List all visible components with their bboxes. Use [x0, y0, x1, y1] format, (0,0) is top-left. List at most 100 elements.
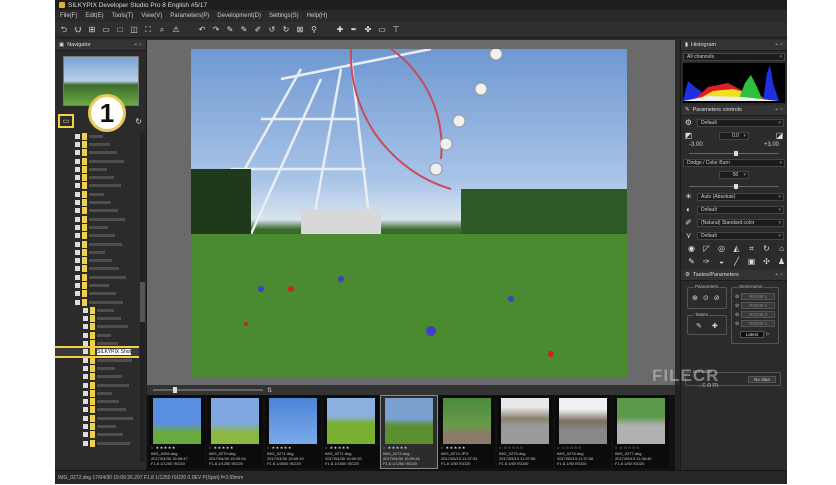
tree-item[interactable] [55, 381, 139, 389]
expand-toggle[interactable] [75, 291, 80, 297]
tree-item[interactable] [55, 439, 139, 447]
tool-icon[interactable]: ◸ [702, 244, 711, 253]
tree-item[interactable] [55, 431, 139, 439]
filmstrip-thumbnail[interactable]: ○ ★★★★★ IMG_0272.dng 2017/04/30 15:09:26 F1… [380, 395, 438, 469]
menu-tools[interactable]: Tools(T) [112, 13, 134, 19]
taste-add-icon[interactable]: ✚ [712, 322, 718, 330]
expand-toggle[interactable] [75, 258, 80, 264]
expand-toggle[interactable] [75, 282, 80, 288]
tool-icon[interactable]: ✎ [687, 257, 696, 266]
undo-icon[interactable]: ↶ [198, 25, 206, 34]
single-view-icon[interactable]: □ [116, 25, 124, 34]
tree-item[interactable] [55, 165, 139, 173]
tool-icon[interactable]: ╱ [732, 257, 741, 266]
expand-toggle[interactable] [83, 407, 88, 413]
sharpness-icon[interactable]: ⋎ [684, 231, 693, 240]
tree-item[interactable] [55, 198, 139, 207]
exposure-icon[interactable]: ◩ [684, 131, 693, 140]
expand-toggle[interactable] [75, 274, 80, 280]
expand-toggle[interactable] [75, 166, 80, 172]
tree-item[interactable] [55, 373, 139, 381]
tree-item[interactable] [55, 157, 139, 165]
rating-stars[interactable]: ○ ★★★★★ [441, 445, 466, 450]
redo-icon[interactable]: ↷ [212, 25, 220, 34]
develop-icon[interactable]: ⊤ [392, 25, 400, 34]
white-balance-icon[interactable]: ☀ [684, 192, 693, 201]
tree-item[interactable] [55, 273, 139, 281]
expand-toggle[interactable] [75, 183, 80, 189]
slot-button[interactable]: ROOM 1 [741, 293, 775, 300]
menu-parameters[interactable]: Parameters(P) [170, 13, 209, 19]
pin-icon[interactable]: ⌖ × [134, 42, 142, 49]
dodge-slider[interactable] [689, 181, 779, 189]
expand-toggle[interactable] [75, 141, 80, 147]
filmstrip-thumbnail[interactable]: ○ ☆☆☆☆☆ IMG_0276.dng 2017/05/13 11:37:56 F1… [555, 396, 611, 468]
slot-button[interactable]: ROOM 2 [741, 302, 775, 309]
rating-stars[interactable]: ○ ★★★★★ [151, 445, 176, 450]
tool-icon[interactable]: ↻ [762, 244, 771, 253]
tree-item[interactable] [55, 331, 139, 339]
rating-stars[interactable]: ○ ★★★★★ [209, 445, 234, 450]
brush-icon[interactable]: ✐ [254, 25, 262, 34]
rating-stars[interactable]: ○ ★★★★★ [267, 445, 292, 450]
dodge-value[interactable]: 50 [719, 171, 749, 179]
tree-item[interactable] [55, 315, 139, 323]
filmstrip-view-icon[interactable]: ▭ [102, 25, 110, 34]
expand-toggle[interactable] [75, 216, 80, 222]
expand-toggle[interactable] [75, 241, 80, 247]
heal-icon[interactable]: ✚ [336, 25, 344, 34]
rating-stars[interactable]: ○ ★★★★★ [383, 445, 408, 450]
dodge-select[interactable]: Dodge / Color Burn [683, 159, 785, 167]
tree-item[interactable] [55, 240, 139, 248]
zoom-parameter-icon[interactable]: ⊙ [703, 294, 709, 302]
expand-toggle[interactable] [83, 365, 88, 371]
tree-item[interactable] [55, 140, 139, 148]
tree-item[interactable] [55, 232, 139, 240]
rating-stars[interactable]: ○ ★★★★★ [325, 445, 350, 450]
tree-item[interactable] [55, 190, 139, 198]
tree-item[interactable] [55, 356, 139, 364]
compare-view-icon[interactable]: ◫ [130, 25, 138, 34]
tree-item[interactable] [55, 281, 139, 289]
play-icon[interactable]: ▷ [766, 331, 769, 338]
expand-toggle[interactable] [75, 200, 80, 206]
tree-item[interactable] [55, 215, 139, 223]
expand-toggle[interactable] [83, 399, 88, 405]
tree-item[interactable] [55, 414, 139, 422]
tool-icon[interactable]: ♟ [777, 257, 786, 266]
filmstrip-thumbnail[interactable]: ○ ☆☆☆☆☆ IMG_0275.dng 2017/05/13 11:37:55 F1… [497, 396, 553, 468]
save-icon[interactable]: ⮋ [74, 25, 82, 34]
expand-toggle[interactable] [83, 424, 88, 430]
slot-button[interactable]: ROOM 3 [741, 311, 775, 318]
exposure-slider[interactable] [689, 148, 779, 156]
expand-toggle[interactable] [83, 357, 88, 363]
puzzle-icon[interactable]: ✤ [364, 25, 372, 34]
taste-apply-icon[interactable]: ✎ [696, 322, 702, 330]
storeroom-slot[interactable]: ⊘ ROOM 2 [735, 302, 775, 309]
tree-item[interactable]: SILKYPIX Shot [55, 345, 139, 359]
tree-item[interactable] [55, 339, 139, 348]
tree-item[interactable] [55, 398, 139, 406]
tree-item[interactable] [55, 207, 139, 215]
menu-view[interactable]: View(V) [141, 13, 162, 19]
expand-toggle[interactable] [75, 299, 80, 305]
stamp-icon[interactable]: ⚲ [310, 25, 318, 34]
expand-toggle[interactable] [75, 224, 80, 230]
expand-toggle[interactable] [75, 191, 80, 197]
filmstrip-thumbnail[interactable]: ○ ★★★★★ IMG_0274.JPG 2017/05/13 11:37:53 F1… [439, 396, 495, 468]
expand-toggle[interactable] [75, 249, 80, 255]
storeroom-slot[interactable]: ⊘ ROOM 3 [735, 311, 775, 318]
tool-icon[interactable]: ⌗ [747, 244, 756, 253]
tool-icon[interactable]: ◒ [717, 257, 726, 266]
filmstrip-thumbnail[interactable]: ○ ☆☆☆☆☆ IMG_0277.dng 2017/05/13 11:38:40 F1… [613, 396, 669, 468]
menu-settings[interactable]: Settings(S) [269, 13, 299, 19]
tool-icon[interactable]: ◭ [732, 244, 741, 253]
copy-icon[interactable]: ✎ [240, 25, 248, 34]
rotate-left-icon[interactable]: ↺ [268, 25, 276, 34]
expand-toggle[interactable] [75, 175, 80, 181]
tree-item[interactable] [55, 290, 139, 298]
expand-toggle[interactable] [75, 133, 80, 139]
folder-tab-button[interactable]: ▭ [58, 114, 74, 128]
white-balance-select[interactable]: Auto (Absolute) [697, 192, 784, 201]
tree-item[interactable] [55, 149, 139, 157]
